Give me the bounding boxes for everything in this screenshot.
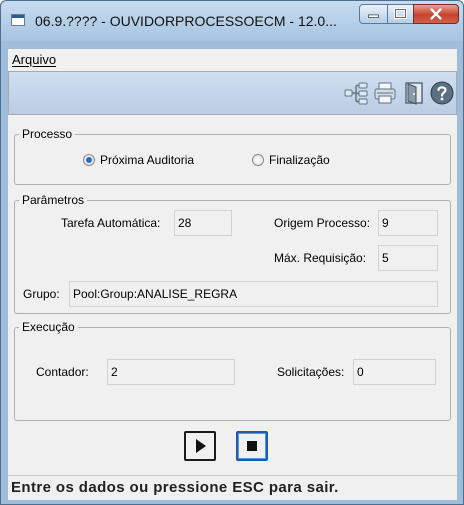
solicitacoes-field[interactable]: 0: [353, 359, 436, 385]
play-button[interactable]: [184, 431, 216, 461]
contador-label: Contador:: [36, 365, 89, 379]
window-client: Arquivo Processo Próxima Auditoria Final…: [8, 49, 457, 499]
maximize-button[interactable]: [387, 4, 414, 24]
minimize-icon: [368, 14, 379, 18]
play-icon: [196, 439, 206, 453]
title-bar[interactable]: 06.9.???? - OUVIDORPROCESSOECM - 12.0...: [1, 1, 463, 41]
tarefa-automatica-field[interactable]: 28: [174, 210, 232, 236]
processo-group: Processo: [14, 127, 451, 185]
parametros-legend: Parâmetros: [22, 193, 85, 207]
max-requisicao-field[interactable]: 5: [378, 245, 438, 271]
radio-finalizacao[interactable]: [252, 154, 264, 166]
execucao-legend: Execução: [22, 320, 75, 334]
contador-field[interactable]: 2: [107, 359, 235, 385]
origem-processo-field[interactable]: 9: [378, 210, 438, 236]
radio-proxima-auditoria[interactable]: [83, 154, 95, 166]
status-message: Entre os dados ou pressione ESC para sai…: [11, 479, 339, 496]
stop-icon: [247, 441, 257, 451]
app-window: 06.9.???? - OUVIDORPROCESSOECM - 12.0...…: [0, 0, 464, 505]
app-icon[interactable]: [11, 14, 25, 26]
grupo-label: Grupo:: [23, 287, 60, 301]
radio-finalizacao-label[interactable]: Finalização: [269, 153, 330, 167]
exit-door-icon[interactable]: [402, 81, 426, 105]
close-icon: [430, 8, 442, 20]
origem-processo-label: Origem Processo:: [274, 216, 371, 230]
processo-legend: Processo: [22, 127, 73, 141]
help-icon[interactable]: [430, 81, 454, 105]
tree-structure-icon[interactable]: [344, 81, 368, 105]
menu-arquivo[interactable]: Arquivo: [12, 52, 56, 67]
grupo-field[interactable]: Pool:Group:ANALISE_REGRA: [69, 281, 438, 307]
radio-proxima-auditoria-label[interactable]: Próxima Auditoria: [100, 153, 194, 167]
printer-icon[interactable]: [373, 81, 397, 105]
close-button[interactable]: [413, 4, 459, 24]
status-bar: Entre os dados ou pressione ESC para sai…: [8, 475, 457, 500]
solicitacoes-label: Solicitações:: [277, 365, 345, 379]
stop-button[interactable]: [236, 431, 268, 461]
tarefa-automatica-label: Tarefa Automática:: [61, 216, 161, 230]
max-requisicao-label: Máx. Requisição:: [274, 251, 367, 265]
toolbar: [8, 71, 457, 115]
minimize-button[interactable]: [359, 4, 388, 24]
window-title: 06.9.???? - OUVIDORPROCESSOECM - 12.0...: [35, 13, 337, 29]
menu-bar: Arquivo: [8, 49, 457, 72]
maximize-icon: [394, 8, 407, 19]
